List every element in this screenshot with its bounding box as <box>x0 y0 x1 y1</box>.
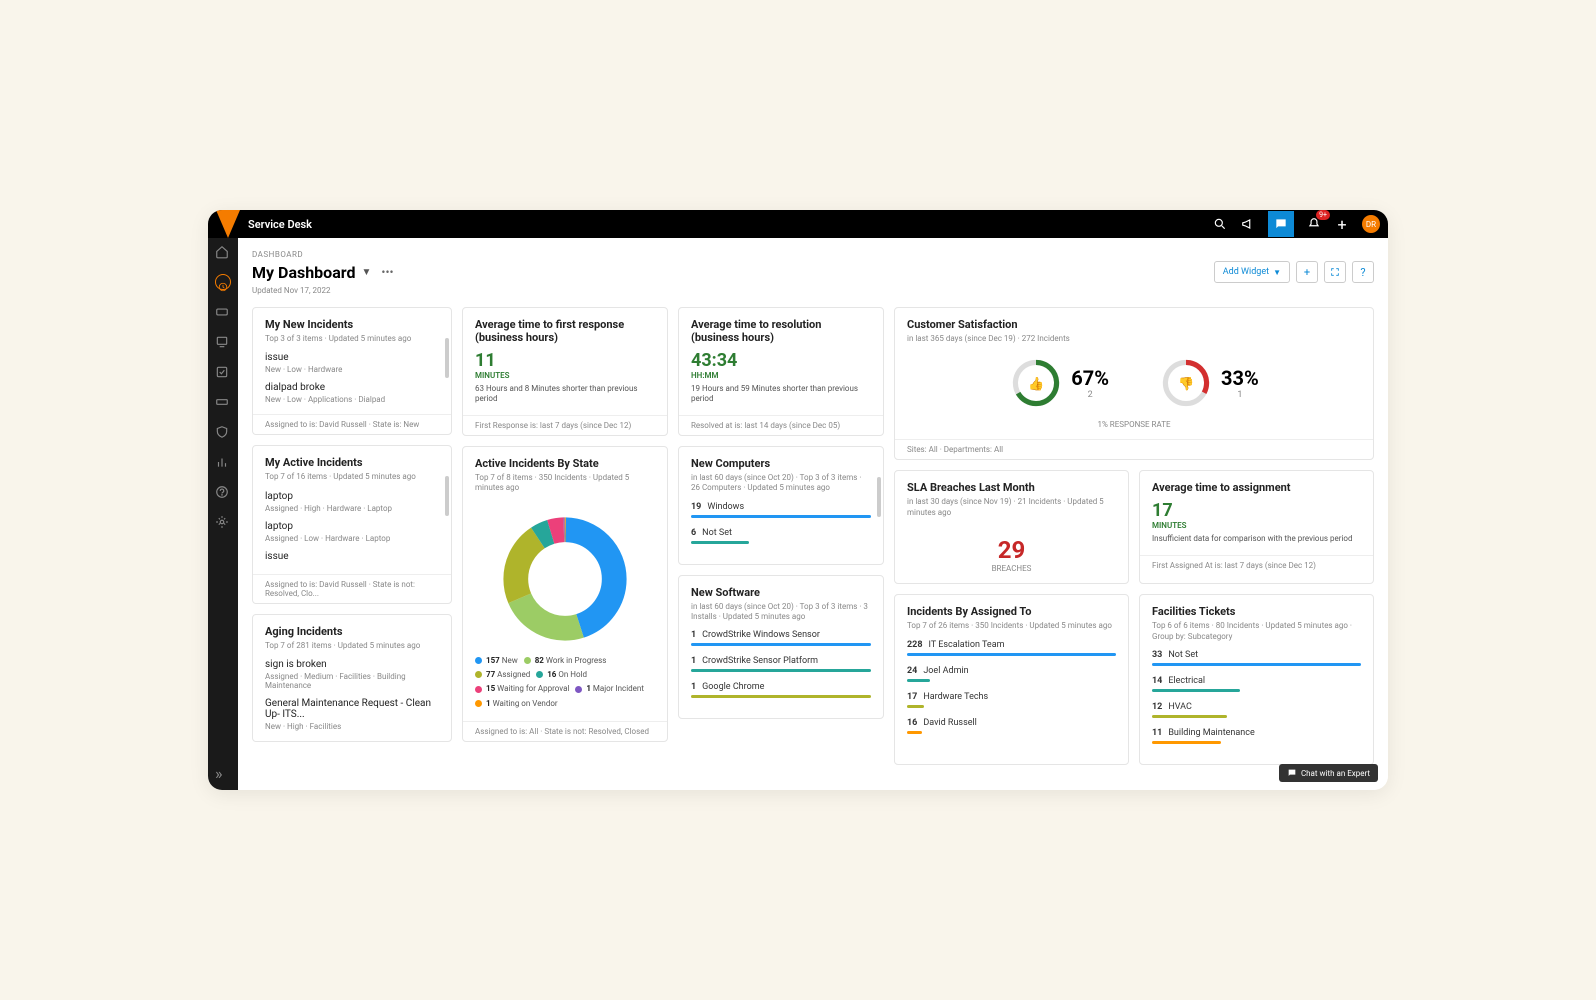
list-item[interactable]: issue <box>265 551 439 562</box>
bar-item[interactable]: 14Electrical <box>1152 676 1361 692</box>
updated-text: Updated Nov 17, 2022 <box>252 286 1374 295</box>
help-icon[interactable] <box>215 484 231 500</box>
list-item[interactable]: dialpad brokeNew · Low · Applications · … <box>265 382 439 404</box>
main-content: DASHBOARD My Dashboard ▼ ••• Add Widget▼… <box>238 238 1388 790</box>
app-window: Service Desk 9+ + DR » <box>208 210 1388 790</box>
topbar: Service Desk 9+ + DR <box>208 210 1388 238</box>
scrollbar[interactable] <box>445 476 449 516</box>
csat-negative: 👎 33%1 <box>1159 356 1259 410</box>
card-csat: Customer Satisfaction in last 365 days (… <box>894 307 1374 460</box>
collapse-icon[interactable]: » <box>215 764 231 780</box>
card-aging-incidents: Aging Incidents Top 7 of 281 items · Upd… <box>252 614 452 742</box>
chevron-down-icon[interactable]: ▼ <box>362 267 372 278</box>
list-item[interactable]: General Maintenance Request - Clean Up- … <box>265 698 439 731</box>
tasks-icon[interactable] <box>215 364 231 380</box>
list-item[interactable]: laptopAssigned · High · Hardware · Lapto… <box>265 491 439 513</box>
fullscreen-button[interactable] <box>1324 261 1346 283</box>
bar-item[interactable]: 12HVAC <box>1152 702 1361 718</box>
changes-icon[interactable] <box>215 334 231 350</box>
dashboard-icon[interactable] <box>215 274 231 290</box>
card-my-active-incidents: My Active Incidents Top 7 of 16 items · … <box>252 445 452 603</box>
card-active-by-state: Active Incidents By State Top 7 of 8 ite… <box>462 446 668 742</box>
card-avg-resolution: Average time to resolution (business hou… <box>678 307 884 436</box>
chart-legend: 157 New 82 Work in Progress 77 Assigned … <box>463 654 667 722</box>
card-new-software: New Software in last 60 days (since Oct … <box>678 575 884 720</box>
bar-item[interactable]: 228IT Escalation Team <box>907 640 1116 656</box>
breadcrumb: DASHBOARD <box>252 250 1374 259</box>
bar-item[interactable]: 33Not Set <box>1152 650 1361 666</box>
svg-text:👎: 👎 <box>1178 377 1194 393</box>
list-item[interactable]: sign is brokenAssigned · Medium · Facili… <box>265 659 439 690</box>
notifications-icon[interactable]: 9+ <box>1306 216 1322 232</box>
bar-item[interactable]: 1CrowdStrike Windows Sensor <box>691 630 871 646</box>
sidebar: » <box>208 238 238 790</box>
page-title: My Dashboard <box>252 263 356 282</box>
donut-chart <box>463 514 667 644</box>
bar-item[interactable]: 17Hardware Techs <box>907 692 1116 708</box>
chat-expert-button[interactable]: Chat with an Expert <box>1279 764 1378 782</box>
bar-item[interactable]: 19Windows <box>691 502 871 518</box>
card-my-new-incidents: My New Incidents Top 3 of 3 items · Upda… <box>252 307 452 435</box>
ticket-icon[interactable] <box>215 304 231 320</box>
scrollbar[interactable] <box>445 338 449 378</box>
list-item[interactable]: issueNew · Low · Hardware <box>265 352 439 374</box>
megaphone-icon[interactable] <box>1240 216 1256 232</box>
svg-text:👍: 👍 <box>1028 377 1044 393</box>
bar-item[interactable]: 11Building Maintenance <box>1152 728 1361 744</box>
add-button[interactable]: + <box>1296 261 1318 283</box>
bar-item[interactable]: 16David Russell <box>907 718 1116 734</box>
app-title: Service Desk <box>248 218 312 231</box>
card-facilities: Facilities Tickets Top 6 of 6 items · 80… <box>1139 594 1374 765</box>
avatar[interactable]: DR <box>1362 215 1380 233</box>
bar-item[interactable]: 6Not Set <box>691 528 871 544</box>
shield-icon[interactable] <box>215 424 231 440</box>
card-avg-assignment: Average time to assignment 17 MINUTES In… <box>1139 470 1374 584</box>
help-button[interactable]: ? <box>1352 261 1374 283</box>
card-new-computers: New Computers in last 60 days (since Oct… <box>678 446 884 565</box>
card-by-assigned: Incidents By Assigned To Top 7 of 26 ite… <box>894 594 1129 765</box>
reports-icon[interactable] <box>215 454 231 470</box>
bar-item[interactable]: 1Google Chrome <box>691 682 871 698</box>
add-icon[interactable]: + <box>1334 216 1350 232</box>
settings-icon[interactable] <box>215 514 231 530</box>
notif-badge: 9+ <box>1316 210 1330 220</box>
list-item[interactable]: laptopAssigned · Low · Hardware · Laptop <box>265 521 439 543</box>
card-avg-first-response: Average time to first response (business… <box>462 307 668 436</box>
bar-item[interactable]: 1CrowdStrike Sensor Platform <box>691 656 871 672</box>
search-icon[interactable] <box>1212 216 1228 232</box>
bar-item[interactable]: 24Joel Admin <box>907 666 1116 682</box>
chat-icon[interactable] <box>1268 211 1294 237</box>
csat-positive: 👍 67%2 <box>1009 356 1109 410</box>
logo-icon[interactable] <box>216 210 240 238</box>
more-icon[interactable]: ••• <box>381 265 393 279</box>
add-widget-button[interactable]: Add Widget▼ <box>1214 261 1290 283</box>
home-icon[interactable] <box>215 244 231 260</box>
card-sla: SLA Breaches Last Month in last 30 days … <box>894 470 1129 584</box>
assets-icon[interactable] <box>215 394 231 410</box>
scrollbar[interactable] <box>877 477 881 517</box>
